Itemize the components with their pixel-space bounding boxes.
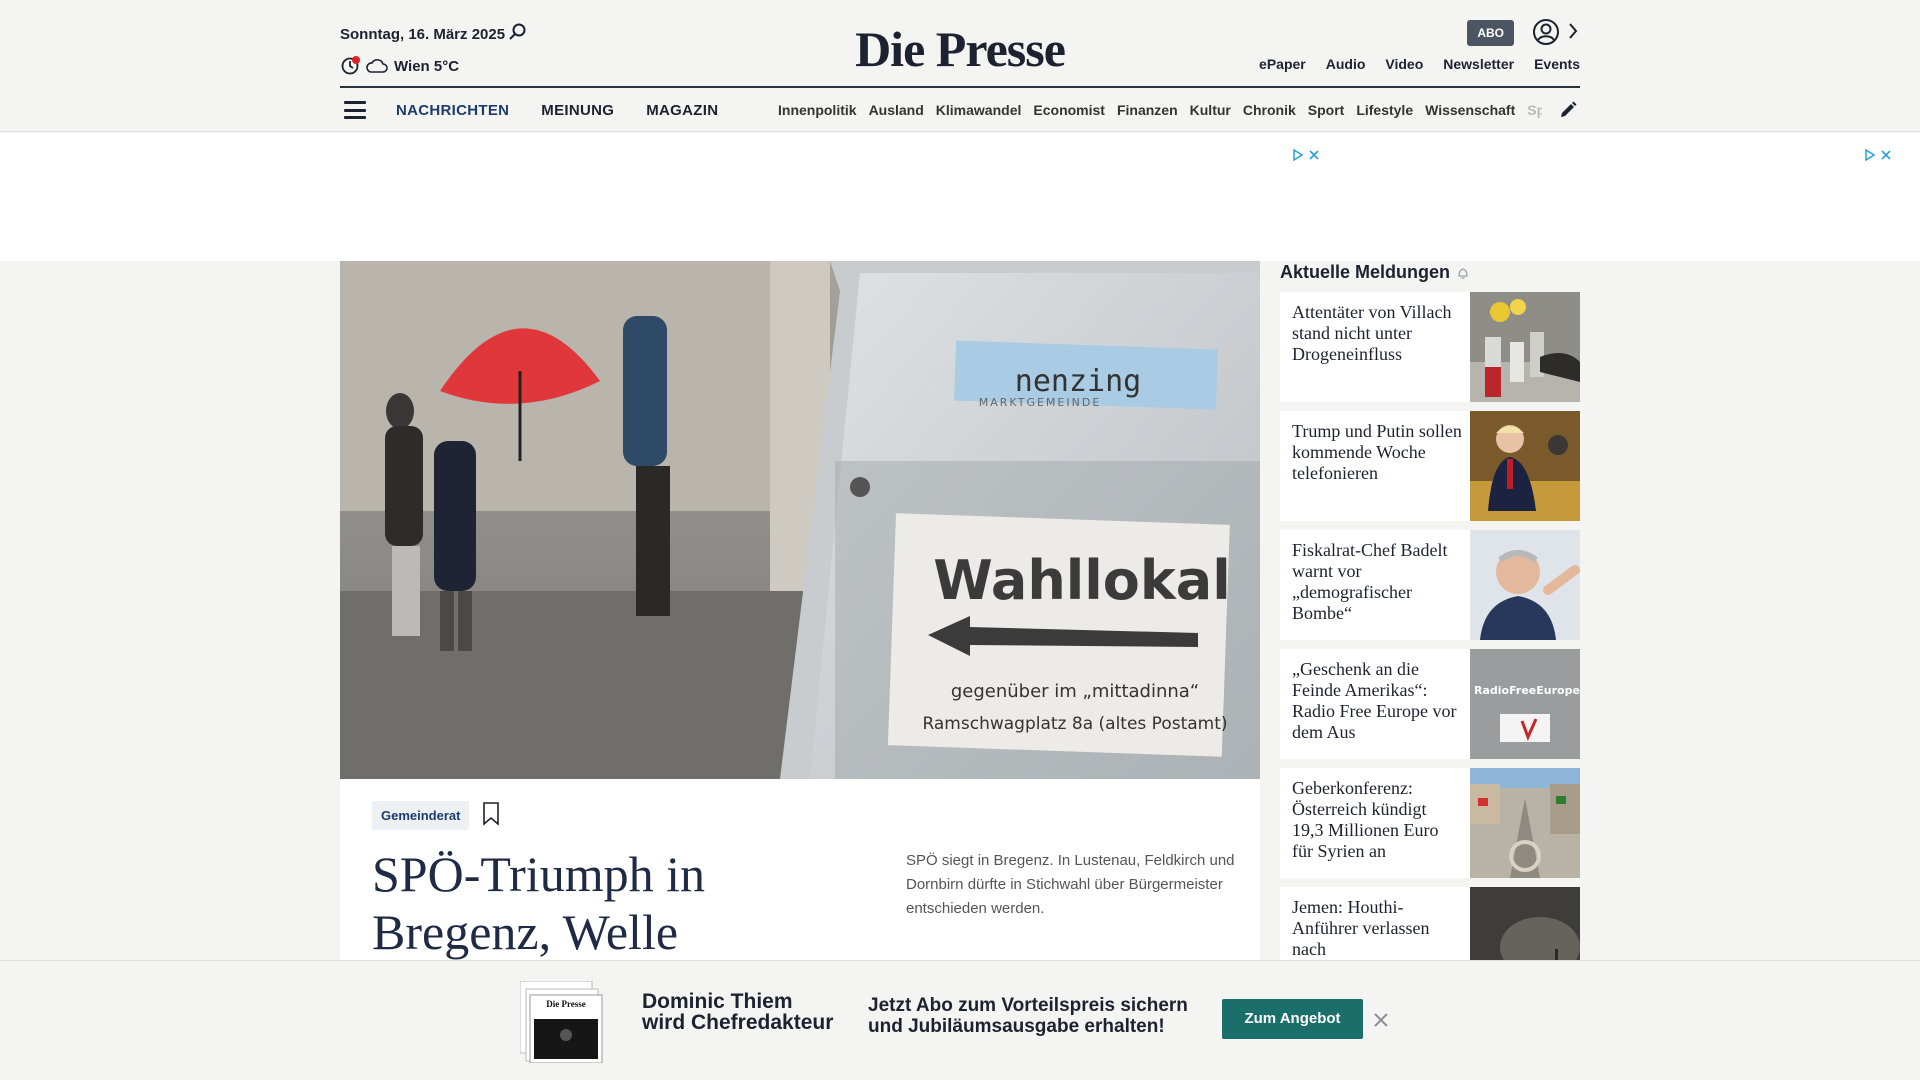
syria-city-image — [1470, 768, 1580, 878]
promo-text: Jetzt Abo zum Vorteilspreis sichern und … — [868, 995, 1188, 1037]
news-title[interactable]: Geberkonferenz: Österreich kündigt 19,3 … — [1292, 778, 1462, 862]
header-inner: Sonntag, 16. März 2025 Wien 5°C Die Pres… — [340, 0, 1580, 132]
lead-article-card[interactable]: Gemeinderat SPÖ-Triumph in Bregenz, Well… — [340, 779, 1260, 960]
nav-divider — [340, 86, 1580, 88]
abo-button[interactable]: ABO — [1467, 20, 1514, 46]
subnav-economist[interactable]: Economist — [1033, 102, 1105, 118]
ad-play-icon — [1293, 149, 1304, 161]
news-thumbnail[interactable] — [1470, 292, 1580, 402]
article-teaser: SPÖ siegt in Bregenz. In Lustenau, Feldk… — [906, 852, 1235, 917]
nav-nachrichten[interactable]: NACHRICHTEN — [396, 102, 509, 119]
subscription-promo-bar: Die Presse Dominic Thiem wird Chefredakt… — [0, 960, 1920, 1080]
promo-name: Dominic Thiem wird Chefredakteur — [642, 991, 833, 1033]
nav-magazin[interactable]: MAGAZIN — [646, 102, 718, 119]
menu-icon[interactable] — [344, 101, 366, 119]
newspaper-stack: Die Presse — [519, 980, 603, 1064]
promo-text-line-2: und Jubiläumsausgabe erhalten! — [868, 1016, 1165, 1037]
sign-town: nenzing — [1015, 364, 1141, 399]
link-events[interactable]: Events — [1534, 56, 1580, 72]
news-item[interactable]: Attentäter von Villach stand nicht unter… — [1280, 292, 1580, 402]
bell-icon[interactable] — [1456, 266, 1470, 280]
news-thumbnail[interactable] — [1470, 530, 1580, 640]
sidebar-title-text: Aktuelle Meldungen — [1280, 262, 1451, 282]
news-item[interactable]: Geberkonferenz: Österreich kündigt 19,3 … — [1280, 768, 1580, 878]
ad-banner-area — [0, 133, 1920, 261]
news-title[interactable]: Attentäter von Villach stand nicht unter… — [1292, 302, 1462, 365]
sign-line-2: Ramschwagplatz 8a (altes Postamt) — [922, 714, 1227, 734]
hero-photo: nenzing MARKTGEMEINDE Wahllokal gegenübe… — [340, 261, 1260, 779]
link-video[interactable]: Video — [1385, 56, 1423, 72]
nav-meinung[interactable]: MEINUNG — [541, 102, 614, 119]
rfe-image: RadioFreeEurope RadioLiberty — [1470, 649, 1580, 759]
subnav-ausland[interactable]: Ausland — [869, 102, 924, 118]
rfe-logo-text: RadioFreeEurope RadioLiberty — [1474, 684, 1580, 697]
ad-close-icon[interactable] — [1308, 149, 1320, 161]
pencil-icon[interactable] — [1558, 100, 1578, 120]
promo-text-line-1: Jetzt Abo zum Vorteilspreis sichern — [868, 995, 1188, 1016]
ad-choices-right[interactable] — [1864, 149, 1892, 161]
sign-sub: MARKTGEMEINDE — [979, 396, 1102, 409]
sidebar-title: Aktuelle Meldungen — [1280, 262, 1470, 283]
promo-name-line-1: Dominic Thiem — [642, 990, 793, 1013]
news-title[interactable]: Jemen: Houthi-Anführer verlassen nach — [1292, 897, 1462, 960]
news-title[interactable]: „Geschenk an die Feinde Amerikas“: Radio… — [1292, 659, 1462, 743]
news-thumbnail[interactable] — [1470, 411, 1580, 521]
subnav-finanzen[interactable]: Finanzen — [1117, 102, 1178, 118]
link-audio[interactable]: Audio — [1326, 56, 1366, 72]
subnav-klimawandel[interactable]: Klimawandel — [936, 102, 1022, 118]
article-tag[interactable]: Gemeinderat — [372, 801, 470, 830]
promo-name-line-2: wird Chefredakteur — [642, 1011, 834, 1034]
main-nav-items: NACHRICHTEN MEINUNG MAGAZIN — [396, 102, 718, 119]
site-header: Sonntag, 16. März 2025 Wien 5°C Die Pres… — [0, 0, 1920, 132]
news-thumbnail[interactable] — [1470, 768, 1580, 878]
news-thumbnail[interactable]: RadioFreeEurope RadioLiberty — [1470, 649, 1580, 759]
top-links: ePaper Audio Video Newsletter Events — [1259, 56, 1580, 72]
news-item[interactable]: Fiskalrat-Chef Badelt warnt vor „demogra… — [1280, 530, 1580, 640]
ad-play-icon — [1865, 149, 1876, 161]
sign-line-1: gegenüber im „mittadinna“ — [951, 681, 1199, 702]
user-icon[interactable] — [1532, 18, 1560, 46]
article-headline[interactable]: SPÖ-Triumph in Bregenz, Welle — [372, 845, 832, 961]
sub-navigation: Innenpolitik Ausland Klimawandel Economi… — [778, 102, 1542, 118]
bookmark-icon[interactable] — [482, 802, 500, 826]
chevron-right-icon[interactable] — [1566, 20, 1580, 42]
zum-angebot-button[interactable]: Zum Angebot — [1222, 999, 1363, 1039]
hero-image[interactable]: nenzing MARKTGEMEINDE Wahllokal gegenübe… — [340, 261, 1260, 779]
subnav-sport[interactable]: Sport — [1308, 102, 1345, 118]
subnav-lifestyle[interactable]: Lifestyle — [1356, 102, 1413, 118]
subnav-wissenschaft[interactable]: Wissenschaft — [1425, 102, 1515, 118]
trump-image — [1470, 411, 1580, 521]
ad-close-icon[interactable] — [1880, 149, 1892, 161]
news-item[interactable]: Trump und Putin sollen kommende Woche te… — [1280, 411, 1580, 521]
news-item[interactable]: „Geschenk an die Feinde Amerikas“: Radio… — [1280, 649, 1580, 759]
link-newsletter[interactable]: Newsletter — [1443, 56, 1514, 72]
newspaper-image: Die Presse — [519, 980, 604, 1064]
close-icon[interactable] — [1372, 1011, 1390, 1029]
main-navigation: NACHRICHTEN MEINUNG MAGAZIN Innenpolitik… — [340, 96, 1580, 124]
sign-wahllokal: Wahllokal — [933, 549, 1231, 612]
subnav-spectrum[interactable]: Spectrum — [1527, 102, 1542, 118]
news-title[interactable]: Fiskalrat-Chef Badelt warnt vor „demogra… — [1292, 540, 1462, 624]
candles-image — [1470, 292, 1580, 402]
badelt-image — [1470, 530, 1580, 640]
ad-choices-left[interactable] — [1292, 149, 1320, 161]
subnav-innenpolitik[interactable]: Innenpolitik — [778, 102, 857, 118]
news-title[interactable]: Trump und Putin sollen kommende Woche te… — [1292, 421, 1462, 484]
link-epaper[interactable]: ePaper — [1259, 56, 1306, 72]
subnav-chronik[interactable]: Chronik — [1243, 102, 1296, 118]
paper-logo: Die Presse — [546, 999, 586, 1009]
subnav-kultur[interactable]: Kultur — [1190, 102, 1231, 118]
